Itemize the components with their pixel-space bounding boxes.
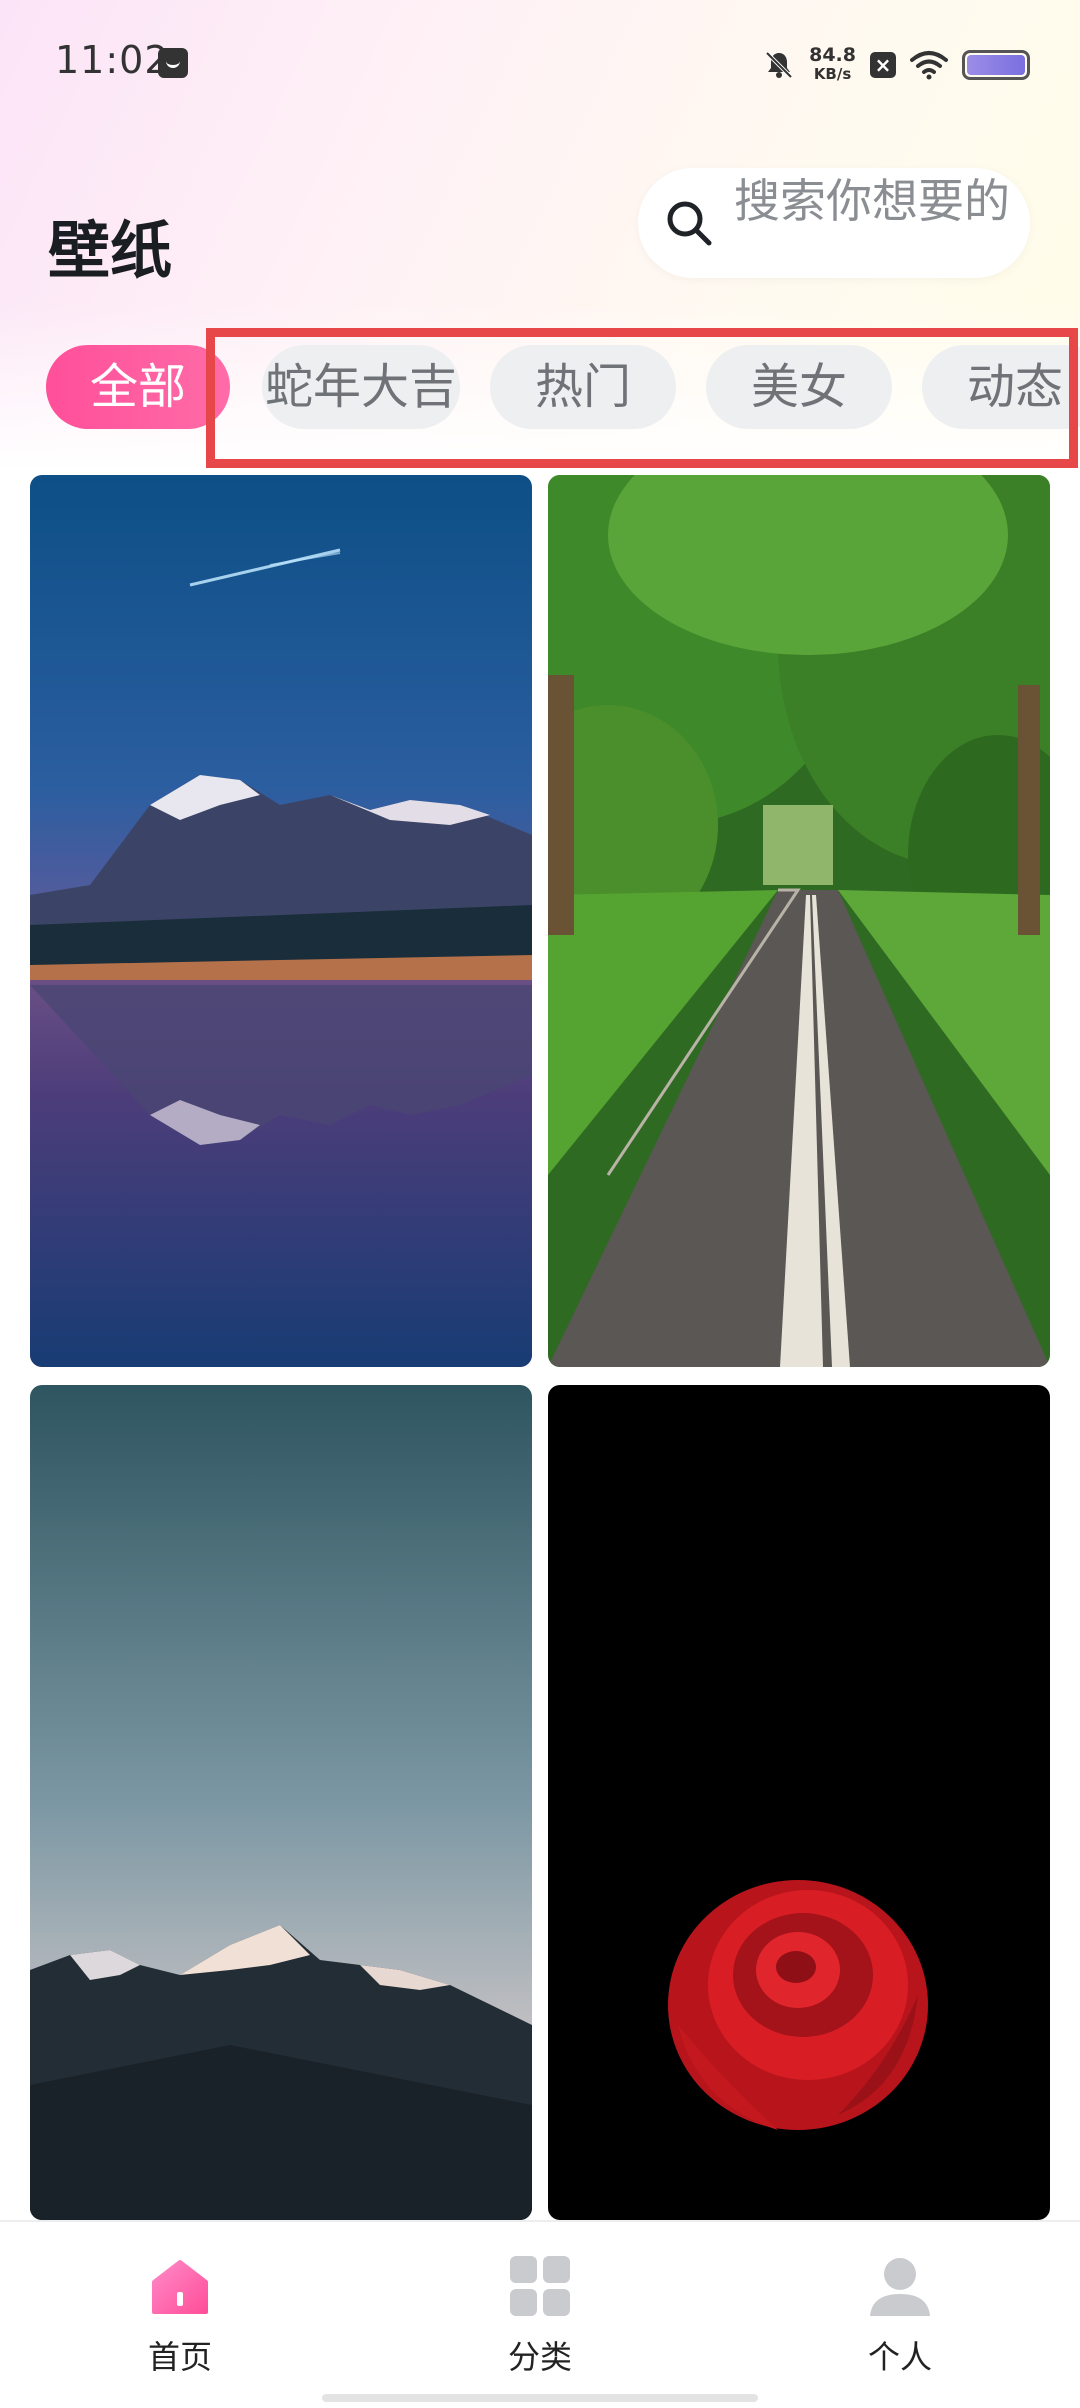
- network-speed: 84.8 KB/s: [809, 46, 856, 84]
- wallpaper-image: [548, 1385, 1050, 2220]
- status-time: 11:02: [55, 38, 170, 82]
- wallpaper-image: [30, 475, 532, 1367]
- nav-home[interactable]: 首页: [110, 2254, 250, 2378]
- nav-category-label: 分类: [507, 2338, 572, 2376]
- wallpaper-image: [30, 1385, 532, 2220]
- category-tab-beauty[interactable]: 美女: [706, 345, 892, 429]
- home-icon: [152, 2260, 208, 2314]
- category-tabs: 全部 蛇年大吉 热门 美女 动态: [0, 330, 1080, 450]
- person-icon: [870, 2258, 930, 2316]
- search-icon: [667, 201, 712, 246]
- status-icons: 84.8 KB/s ×: [763, 40, 1030, 90]
- status-bar: 11:02 84.8 KB/s ×: [0, 0, 1080, 130]
- search-box[interactable]: 搜索你想要的: [638, 168, 1030, 278]
- wallpaper-image: [548, 475, 1050, 1367]
- nav-home-label: 首页: [147, 2338, 212, 2376]
- battery-icon: [962, 50, 1030, 80]
- bottom-nav: 首页 分类 个人: [0, 2220, 1080, 2408]
- category-tab-all[interactable]: 全部: [46, 345, 230, 429]
- notification-app-icon: [158, 48, 188, 78]
- category-tab-dynamic[interactable]: 动态: [922, 345, 1080, 429]
- category-tab-snake-year[interactable]: 蛇年大吉: [262, 345, 460, 429]
- page-title: 壁纸: [48, 214, 173, 287]
- grid-icon: [510, 2256, 570, 2316]
- wallpaper-card-tree-road[interactable]: [548, 475, 1050, 1367]
- home-indicator[interactable]: [322, 2394, 758, 2402]
- wifi-icon: [910, 51, 948, 80]
- network-speed-unit: KB/s: [813, 65, 852, 83]
- search-placeholder: 搜索你想要的: [734, 176, 1010, 228]
- wallpaper-card-red-rose[interactable]: [548, 1385, 1050, 2220]
- network-speed-value: 84.8: [809, 44, 856, 66]
- wallpaper-card-snowy-peaks[interactable]: [30, 1385, 532, 2220]
- notification-x-icon: ×: [870, 52, 896, 78]
- nav-profile-label: 个人: [867, 2338, 932, 2376]
- battery-level: [967, 55, 1025, 75]
- mute-bell-icon: [765, 51, 793, 79]
- nav-category[interactable]: 分类: [470, 2254, 610, 2378]
- nav-profile[interactable]: 个人: [830, 2254, 970, 2378]
- category-tab-hot[interactable]: 热门: [490, 345, 676, 429]
- wallpaper-card-mountain-lake[interactable]: [30, 475, 532, 1367]
